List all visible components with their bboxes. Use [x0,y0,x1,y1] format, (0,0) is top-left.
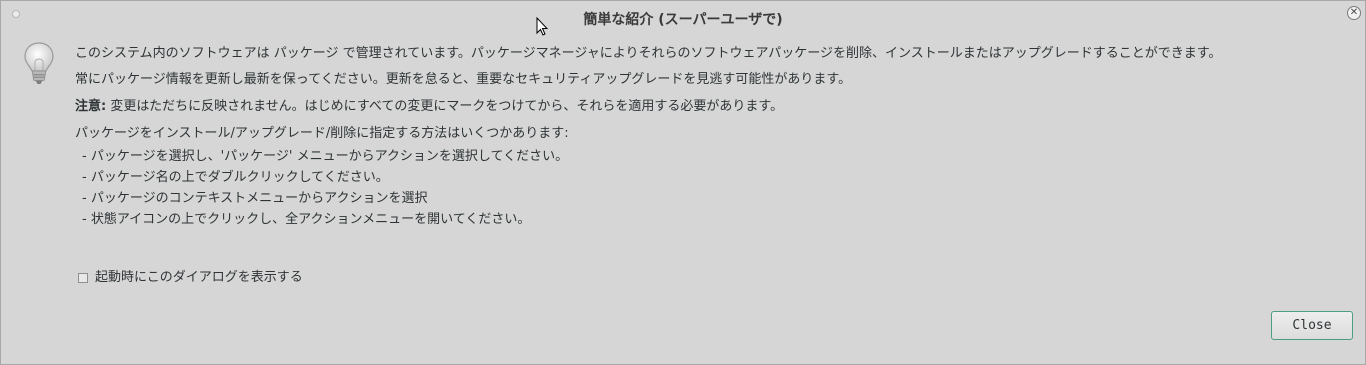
list-item: - パッケージを選択し、'パッケージ' メニューからアクションを選択してください… [82,149,569,164]
methods-list: - パッケージを選択し、'パッケージ' メニューからアクションを選択してください… [75,146,1365,230]
lightbulb-icon [23,41,55,93]
window-title: 簡単な紹介 (スーパーユーザで) [583,12,783,28]
intro-paragraph-packages: このシステム内のソフトウェアは パッケージ で管理されています。パッケージマネー… [75,46,1222,61]
list-item: - パッケージ名の上でダブルクリックしてください。 [82,170,389,185]
titlebar[interactable]: 簡単な紹介 (スーパーユーザで) ✕ [1,1,1365,35]
intro-paragraph-update: 常にパッケージ情報を更新し最新を保ってください。更新を怠ると、重要なセキュリティ… [75,72,852,87]
note-text: 変更はただちに反映されません。はじめにすべての変更にマークをつけてから、それらを… [106,99,784,114]
mouse-pointer-icon [536,16,549,41]
list-item: - パッケージのコンテキストメニューからアクションを選択 [82,191,428,206]
show-on-startup-label[interactable]: 起動時にこのダイアログを表示する [95,269,303,287]
close-button[interactable]: Close [1271,311,1353,340]
show-on-startup-option[interactable]: 起動時にこのダイアログを表示する [78,269,303,287]
intro-text: このシステム内のソフトウェアは パッケージ で管理されています。パッケージマネー… [75,43,1365,230]
close-icon[interactable]: ✕ [1347,6,1361,20]
intro-dialog: 簡単な紹介 (スーパーユーザで) ✕ このシステム内のソフトウェアは パッケージ… [0,0,1366,365]
list-item: - 状態アイコンの上でクリックし、全アクションメニューを開いてください。 [82,212,531,227]
methods-heading: パッケージをインストール/アップグレード/削除に指定する方法はいくつかあります: [75,126,569,141]
show-on-startup-checkbox[interactable] [78,273,88,283]
intro-paragraph-note: 注意: 変更はただちに反映されません。はじめにすべての変更にマークをつけてから、… [75,96,1365,117]
note-label: 注意: [75,99,107,114]
